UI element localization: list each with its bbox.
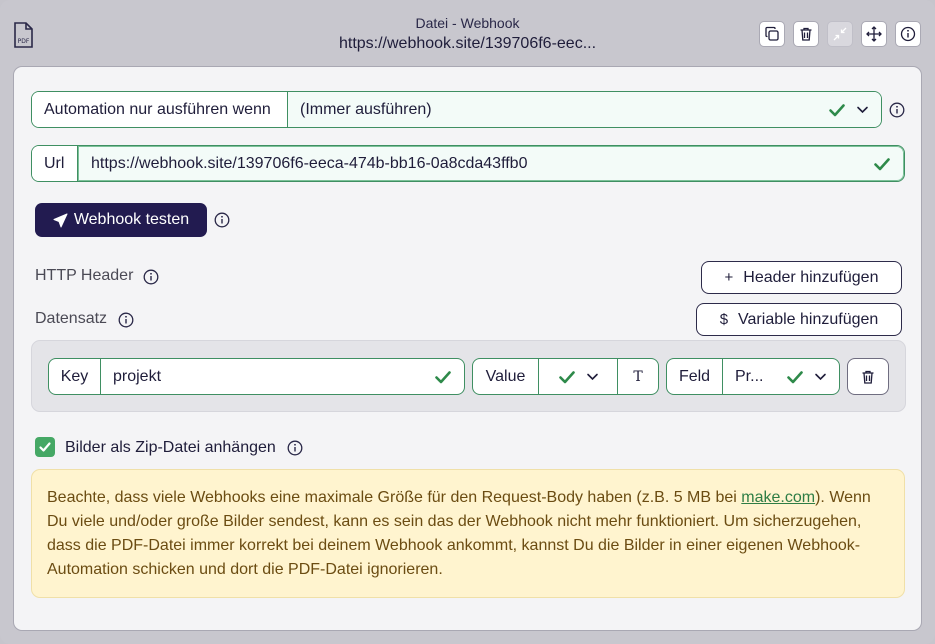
value-label: Value: [473, 359, 539, 394]
chevron-down-icon: [857, 106, 868, 114]
http-header-info-icon[interactable]: [143, 269, 159, 285]
feld-value: Pr...: [735, 367, 764, 385]
check-icon: [829, 103, 845, 116]
test-webhook-info-icon[interactable]: [214, 212, 230, 228]
check-icon: [558, 370, 575, 383]
make-com-link[interactable]: make.com: [741, 489, 815, 506]
value-select[interactable]: [539, 359, 618, 394]
size-warning-notice: Beachte, dass viele Webhooks eine maxima…: [31, 469, 905, 598]
plus-icon: +: [724, 269, 734, 286]
automation-condition-value[interactable]: (Immer ausführen): [288, 92, 881, 127]
trash-icon: [862, 370, 874, 384]
text-type-toggle[interactable]: T: [618, 359, 658, 394]
zip-info-icon[interactable]: [287, 440, 303, 456]
dollar-icon: $: [719, 311, 729, 328]
send-icon: [53, 213, 68, 227]
url-label: Url: [32, 146, 78, 181]
info-icon: [900, 26, 916, 42]
automation-condition-text: (Immer ausführen): [300, 100, 432, 118]
feld-label: Feld: [667, 359, 723, 394]
zip-checkbox-label[interactable]: Bilder als Zip-Datei anhängen: [65, 439, 276, 457]
test-webhook-label: Webhook testen: [73, 211, 190, 228]
variable-row: Key projekt Value T Feld Pr...: [31, 340, 906, 412]
url-field[interactable]: Url https://webhook.site/139706f6-eeca-4…: [31, 145, 905, 182]
automation-info-icon[interactable]: [889, 102, 905, 118]
checkmark-icon: [39, 442, 51, 452]
minimize-arrows-icon: [833, 27, 847, 41]
duplicate-button[interactable]: [759, 21, 785, 47]
webhook-settings-panel: Automation nur ausführen wenn (Immer aus…: [13, 66, 922, 631]
chevron-down-icon: [815, 373, 826, 381]
webhook-dialog: PDF Datei - Webhook https://webhook.site…: [0, 0, 935, 644]
delete-automation-button[interactable]: [793, 21, 819, 47]
test-webhook-button[interactable]: Webhook testen: [35, 203, 207, 237]
collapse-button[interactable]: [827, 21, 853, 47]
move-button[interactable]: [861, 21, 887, 47]
check-icon: [435, 370, 451, 383]
http-header-label: HTTP Header: [35, 267, 134, 284]
info-button[interactable]: [895, 21, 921, 47]
check-icon: [874, 157, 890, 170]
feld-select[interactable]: Pr...: [723, 359, 839, 394]
chevron-down-icon: [586, 373, 598, 381]
move-arrows-icon: [866, 26, 882, 42]
key-input[interactable]: projekt: [101, 359, 464, 394]
key-field[interactable]: Key projekt: [48, 358, 465, 395]
add-variable-button[interactable]: $ Variable hinzufügen: [696, 303, 902, 336]
add-header-button[interactable]: + Header hinzufügen: [701, 261, 902, 294]
notice-text-before: Beachte, dass viele Webhooks eine maxima…: [47, 489, 742, 506]
zip-checkbox[interactable]: [35, 437, 55, 457]
value-field[interactable]: Value T: [472, 358, 659, 395]
trash-icon: [800, 27, 812, 41]
automation-condition-label: Automation nur ausführen wenn: [32, 92, 288, 127]
delete-variable-button[interactable]: [847, 358, 889, 395]
automation-condition-select[interactable]: Automation nur ausführen wenn (Immer aus…: [31, 91, 882, 128]
datensatz-info-icon[interactable]: [118, 312, 134, 328]
feld-field[interactable]: Feld Pr...: [666, 358, 840, 395]
key-label: Key: [49, 359, 101, 394]
copy-icon: [765, 26, 779, 41]
check-icon: [787, 370, 803, 383]
key-value: projekt: [113, 367, 162, 385]
add-variable-label: Variable hinzufügen: [738, 310, 879, 328]
add-header-label: Header hinzufügen: [743, 268, 879, 286]
url-value: https://webhook.site/139706f6-eeca-474b-…: [91, 154, 528, 172]
datensatz-label: Datensatz: [35, 310, 108, 327]
url-input[interactable]: https://webhook.site/139706f6-eeca-474b-…: [78, 146, 904, 181]
